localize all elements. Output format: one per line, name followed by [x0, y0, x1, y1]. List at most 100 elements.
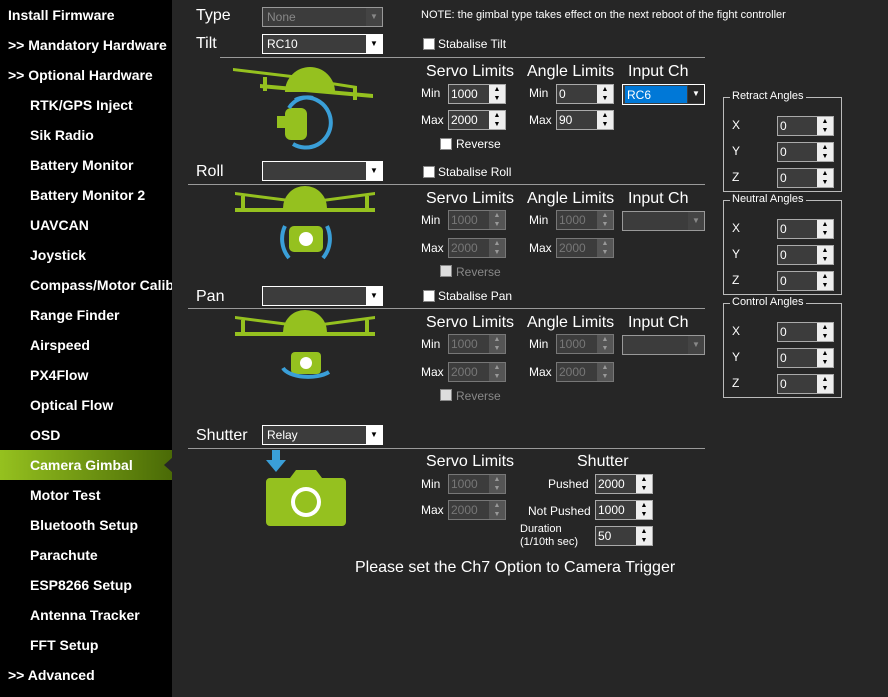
neutral-x-input[interactable]: 0 ▲ ▼ — [777, 219, 834, 239]
stabilise-roll-checkbox[interactable] — [423, 166, 435, 178]
spinner-arrows-icon[interactable]: ▲ ▼ — [489, 211, 505, 229]
spinner-arrows-icon[interactable]: ▲ ▼ — [489, 501, 505, 519]
shutter-servo-max-input[interactable]: 2000 ▲ ▼ — [448, 500, 506, 520]
retract-y-input[interactable]: 0 ▲ ▼ — [777, 142, 834, 162]
spinner-arrows-icon[interactable]: ▲ ▼ — [817, 246, 833, 264]
spinner-arrows-icon[interactable]: ▲ ▼ — [597, 335, 613, 353]
pushed-input[interactable]: 2000 ▲ ▼ — [595, 474, 653, 494]
spinner-arrows-icon[interactable]: ▲ ▼ — [597, 111, 613, 129]
not-pushed-input[interactable]: 1000 ▲ ▼ — [595, 500, 653, 520]
spinner-arrows-icon[interactable]: ▲ ▼ — [489, 335, 505, 353]
spinner-arrows-icon[interactable]: ▲ ▼ — [817, 323, 833, 341]
sidebar-item[interactable]: Battery Monitor — [0, 150, 172, 180]
sidebar-item[interactable]: OSD — [0, 420, 172, 450]
tilt-reverse-checkbox[interactable] — [440, 138, 452, 150]
sidebar-item[interactable]: FFT Setup — [0, 630, 172, 660]
tilt-select[interactable]: RC10 ▼ — [262, 34, 383, 54]
shutter-select[interactable]: Relay ▼ — [262, 425, 383, 445]
sidebar-item[interactable]: >> Advanced — [0, 660, 172, 690]
sidebar-item[interactable]: Camera Gimbal — [0, 450, 172, 480]
neutral-z-input[interactable]: 0 ▲ ▼ — [777, 271, 834, 291]
spinner-arrows-icon[interactable]: ▲ ▼ — [817, 272, 833, 290]
roll-angle-min-input[interactable]: 1000 ▲ ▼ — [556, 210, 614, 230]
spinner-arrows-icon[interactable]: ▲ ▼ — [489, 85, 505, 103]
spinner-arrows-icon[interactable]: ▲ ▼ — [636, 527, 652, 545]
control-y-input[interactable]: 0 ▲ ▼ — [777, 348, 834, 368]
tilt-angle-max-input[interactable]: 90 ▲ ▼ — [556, 110, 614, 130]
spinner-arrows-icon[interactable]: ▲ ▼ — [597, 239, 613, 257]
control-x-input[interactable]: 0 ▲ ▼ — [777, 322, 834, 342]
tilt-angle-min-input[interactable]: 0 ▲ ▼ — [556, 84, 614, 104]
sidebar-item[interactable]: Compass/Motor Calib — [0, 270, 172, 300]
roll-servo-min-input[interactable]: 1000 ▲ ▼ — [448, 210, 506, 230]
roll-servo-max-input[interactable]: 2000 ▲ ▼ — [448, 238, 506, 258]
retract-x-input[interactable]: 0 ▲ ▼ — [777, 116, 834, 136]
sidebar-item[interactable]: Install Firmware — [0, 0, 172, 30]
sidebar-item[interactable]: ESP8266 Setup — [0, 570, 172, 600]
sidebar-item[interactable]: Sik Radio — [0, 120, 172, 150]
sidebar-item[interactable]: PX4Flow — [0, 360, 172, 390]
sidebar-item[interactable]: RTK/GPS Inject — [0, 90, 172, 120]
stabilise-tilt-label: Stabalise Tilt — [438, 37, 507, 51]
not-pushed-label: Not Pushed — [528, 504, 591, 518]
sidebar-item[interactable]: Motor Test — [0, 480, 172, 510]
pan-input-ch-header: Input Ch — [628, 314, 689, 331]
stabilise-pan-checkbox[interactable] — [423, 290, 435, 302]
tilt-servo-min-label: Min — [421, 86, 441, 100]
retract-y-label: Y — [732, 144, 741, 158]
roll-reverse-checkbox[interactable] — [440, 265, 452, 277]
pan-input-ch-select[interactable]: ▼ — [622, 335, 705, 355]
pan-servo-min-input[interactable]: 1000 ▲ ▼ — [448, 334, 506, 354]
spinner-arrows-icon[interactable]: ▲ ▼ — [597, 363, 613, 381]
control-z-input[interactable]: 0 ▲ ▼ — [777, 374, 834, 394]
spinner-arrows-icon[interactable]: ▲ ▼ — [817, 169, 833, 187]
spinner-arrows-icon[interactable]: ▲ ▼ — [817, 117, 833, 135]
type-select[interactable]: None ▼ — [262, 7, 383, 27]
spinner-arrows-icon[interactable]: ▲ ▼ — [636, 501, 652, 519]
spinner-arrows-icon[interactable]: ▲ ▼ — [489, 363, 505, 381]
value: 1000 — [598, 503, 625, 517]
tilt-input-ch-select[interactable]: RC6 ▼ — [622, 84, 705, 105]
sidebar-item[interactable]: Airspeed — [0, 330, 172, 360]
sidebar-item[interactable]: Range Finder — [0, 300, 172, 330]
value: 2000 — [559, 365, 586, 379]
sidebar-item[interactable]: Parachute — [0, 540, 172, 570]
pan-angle-max-input[interactable]: 2000 ▲ ▼ — [556, 362, 614, 382]
shutter-servo-min-input[interactable]: 1000 ▲ ▼ — [448, 474, 506, 494]
tilt-servo-max-input[interactable]: 2000 ▲ ▼ — [448, 110, 506, 130]
chevron-down-icon: ▼ — [688, 85, 704, 103]
sidebar-item[interactable]: Battery Monitor 2 — [0, 180, 172, 210]
neutral-y-input[interactable]: 0 ▲ ▼ — [777, 245, 834, 265]
stabilise-tilt-checkbox[interactable] — [423, 38, 435, 50]
spinner-arrows-icon[interactable]: ▲ ▼ — [597, 211, 613, 229]
chevron-down-icon: ▼ — [688, 212, 704, 230]
pan-reverse-checkbox[interactable] — [440, 389, 452, 401]
sidebar-item[interactable]: UAVCAN — [0, 210, 172, 240]
pan-angle-min-input[interactable]: 1000 ▲ ▼ — [556, 334, 614, 354]
spinner-arrows-icon[interactable]: ▲ ▼ — [817, 220, 833, 238]
roll-servo-max-label: Max — [421, 241, 444, 255]
pan-select[interactable]: ▼ — [262, 286, 383, 306]
sidebar-item[interactable]: Antenna Tracker — [0, 600, 172, 630]
spinner-arrows-icon[interactable]: ▲ ▼ — [817, 375, 833, 393]
spinner-arrows-icon[interactable]: ▲ ▼ — [817, 143, 833, 161]
tilt-servo-min-input[interactable]: 1000 ▲ ▼ — [448, 84, 506, 104]
value: 0 — [780, 325, 787, 339]
spinner-arrows-icon[interactable]: ▲ ▼ — [636, 475, 652, 493]
sidebar-item[interactable]: Joystick — [0, 240, 172, 270]
spinner-arrows-icon[interactable]: ▲ ▼ — [597, 85, 613, 103]
roll-select[interactable]: ▼ — [262, 161, 383, 181]
spinner-arrows-icon[interactable]: ▲ ▼ — [489, 111, 505, 129]
spinner-arrows-icon[interactable]: ▲ ▼ — [489, 239, 505, 257]
sidebar-item[interactable]: Optical Flow — [0, 390, 172, 420]
sidebar-item[interactable]: >> Mandatory Hardware — [0, 30, 172, 60]
roll-angle-max-input[interactable]: 2000 ▲ ▼ — [556, 238, 614, 258]
pan-servo-max-input[interactable]: 2000 ▲ ▼ — [448, 362, 506, 382]
duration-input[interactable]: 50 ▲ ▼ — [595, 526, 653, 546]
spinner-arrows-icon[interactable]: ▲ ▼ — [489, 475, 505, 493]
sidebar-item[interactable]: >> Optional Hardware — [0, 60, 172, 90]
sidebar-item[interactable]: Bluetooth Setup — [0, 510, 172, 540]
roll-input-ch-select[interactable]: ▼ — [622, 211, 705, 231]
spinner-arrows-icon[interactable]: ▲ ▼ — [817, 349, 833, 367]
retract-z-input[interactable]: 0 ▲ ▼ — [777, 168, 834, 188]
